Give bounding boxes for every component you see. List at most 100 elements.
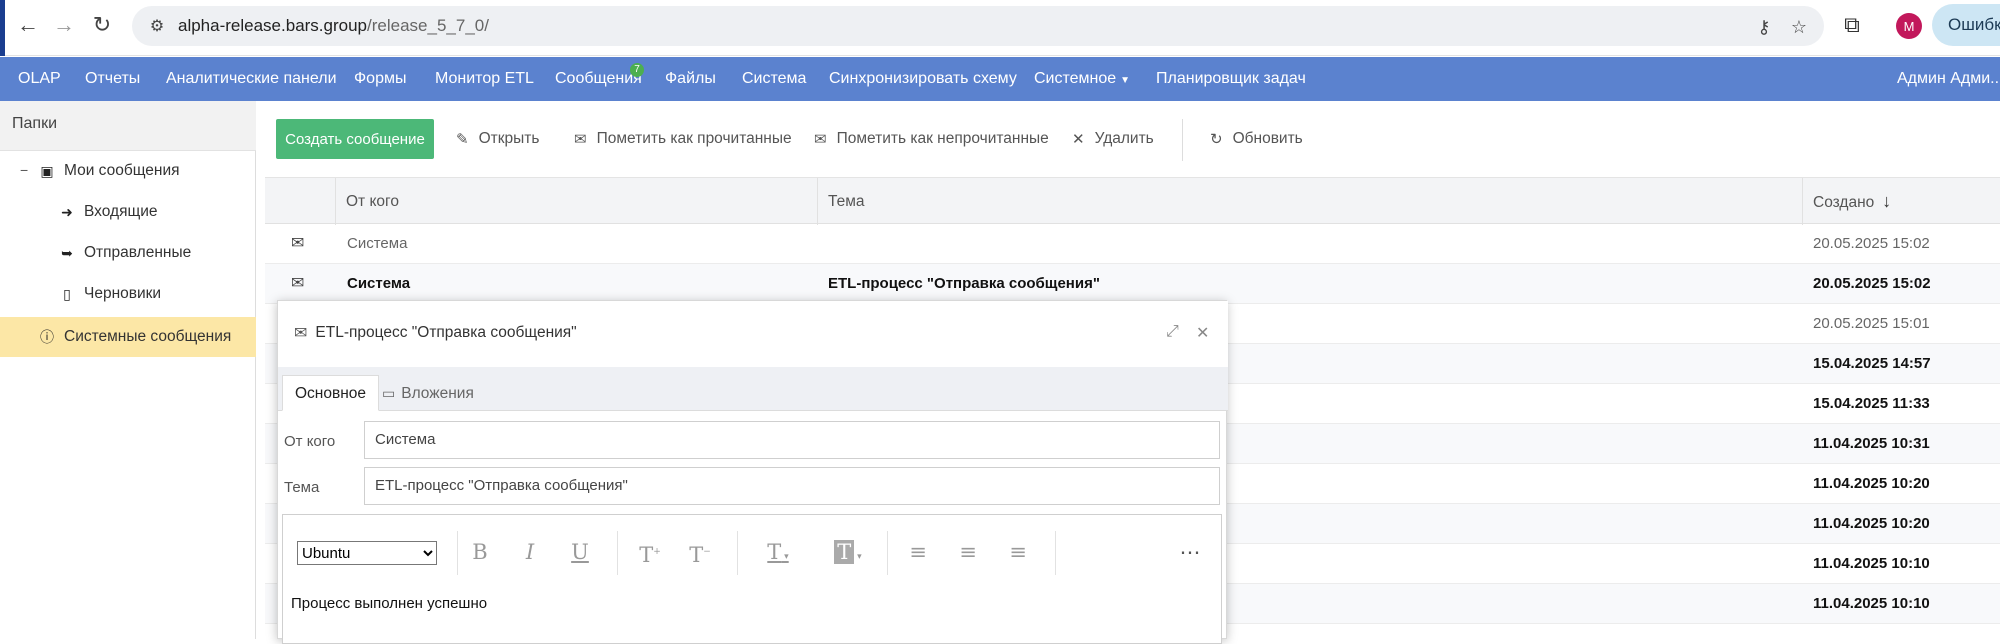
nav-forms[interactable]: Формы xyxy=(354,57,406,101)
create-message-button[interactable]: Создать сообщение xyxy=(276,119,434,159)
profile-avatar[interactable]: M xyxy=(1896,13,1922,39)
reload-icon[interactable]: ↻ xyxy=(86,9,118,41)
superscript-icon[interactable]: T+ xyxy=(635,537,665,567)
nav-system-menu-label: Системное xyxy=(1034,70,1117,87)
bookmark-star-icon[interactable]: ☆ xyxy=(1787,15,1811,39)
nav-olap[interactable]: OLAP xyxy=(18,57,61,101)
open-button[interactable]: ✎ Открыть xyxy=(456,119,539,159)
row-from: Система xyxy=(347,275,411,292)
extensions-icon[interactable]: ⧉ xyxy=(1838,10,1866,40)
font-family-select[interactable]: Ubuntu xyxy=(297,541,437,565)
from-label: От кого xyxy=(284,433,336,450)
folder-drafts-label: Черновики xyxy=(84,285,162,302)
url-text[interactable]: alpha-release.bars.group/release_5_7_0/ xyxy=(178,16,489,36)
editor-divider xyxy=(457,531,458,575)
folder-my-messages[interactable]: ▣ Мои сообщения xyxy=(38,156,179,186)
envelope-icon: ✉ xyxy=(291,235,305,252)
header-icon-column xyxy=(265,178,335,225)
header-created[interactable]: Создано ↓ xyxy=(1802,178,2000,225)
italic-icon[interactable]: I xyxy=(515,537,545,567)
password-key-icon[interactable]: ⚷ xyxy=(1752,15,1776,39)
row-created: 11.04.2025 10:20 xyxy=(1813,475,1930,492)
tab-main[interactable]: Основное xyxy=(282,375,380,411)
editor-divider xyxy=(887,531,888,575)
nav-system-menu[interactable]: Системное ▼ xyxy=(1034,57,1130,101)
refresh-button[interactable]: ↻ Обновить xyxy=(1210,119,1303,159)
toolbar-divider xyxy=(1182,119,1183,161)
rich-text-editor: Ubuntu B I U T+ T− T ▾ T ▾ ≡ ≡ ≡ ⋯ Проце… xyxy=(282,514,1222,644)
sort-desc-icon[interactable]: ↓ xyxy=(1882,191,1891,211)
dialog-title: ✉ ETL-процесс "Отправка сообщения" xyxy=(294,323,577,343)
refresh-icon: ↻ xyxy=(1210,131,1223,148)
dialog-close-icon[interactable]: ✕ xyxy=(1196,323,1209,343)
message-dialog: ✉ ETL-процесс "Отправка сообщения" ⤢ ✕ О… xyxy=(277,300,1228,644)
tab-attachments-label: Вложения xyxy=(401,385,474,402)
row-created: 15.04.2025 11:33 xyxy=(1813,395,1930,412)
editor-divider xyxy=(737,531,738,575)
subject-field[interactable]: ETL-процесс "Отправка сообщения" xyxy=(364,467,1220,505)
user-menu[interactable]: Админ Адми... xyxy=(1897,57,2000,101)
messages-toolbar: Создать сообщение ✎ Открыть ✉ Пометить как… xyxy=(256,101,2000,177)
nav-messages[interactable]: Сообщения xyxy=(555,57,642,101)
nav-files[interactable]: Файлы xyxy=(665,57,716,101)
tab-attachments[interactable]: ▭ Вложения xyxy=(370,375,486,411)
header-from[interactable]: От кого xyxy=(335,178,787,225)
grid-header: От кого Тема Создано ↓ xyxy=(265,177,2000,225)
editor-toolbar: Ubuntu B I U T+ T− T ▾ T ▾ ≡ ≡ ≡ ⋯ xyxy=(283,515,1223,577)
mark-unread-button-label: Пометить как непрочитанные xyxy=(836,130,1049,147)
editor-body-text[interactable]: Процесс выполнен успешно xyxy=(291,595,487,612)
row-created: 20.05.2025 15:02 xyxy=(1813,235,1930,252)
address-bar[interactable]: ⚙ alpha-release.bars.group/release_5_7_0… xyxy=(132,6,1824,46)
more-options-icon[interactable]: ⋯ xyxy=(1175,537,1205,567)
background-color-icon[interactable]: T ▾ xyxy=(823,537,873,567)
nav-messages-label: Сообщения xyxy=(555,70,642,87)
nav-sync-schema[interactable]: Синхронизировать схему xyxy=(829,57,1017,101)
mark-read-button[interactable]: ✉ Пометить как прочитанные xyxy=(574,119,792,159)
nav-reports[interactable]: Отчеты xyxy=(85,57,140,101)
folder-system-messages[interactable]: ⓘ Системные сообщения xyxy=(38,322,231,352)
folder-inbox[interactable]: ➜ Входящие xyxy=(58,197,157,227)
subscript-icon[interactable]: T− xyxy=(685,537,715,567)
align-center-icon[interactable]: ≡ xyxy=(953,537,983,567)
folder-sent[interactable]: ➥ Отправленные xyxy=(58,238,191,268)
back-icon[interactable]: ← xyxy=(12,9,44,41)
folder-sent-label: Отправленные xyxy=(84,244,192,261)
envelope-filled-icon: ✉ xyxy=(814,131,827,148)
expand-icon[interactable]: ⤢ xyxy=(1166,323,1179,341)
envelope-icon: ✉ xyxy=(294,325,308,342)
from-field[interactable]: Система xyxy=(364,421,1220,459)
underline-icon[interactable]: U xyxy=(565,537,595,567)
folders-sidebar: Папки − ▣ Мои сообщения ➜ Входящие ➥ Отп… xyxy=(0,101,256,639)
info-circle-icon: ⓘ xyxy=(40,329,54,345)
collapse-toggle-icon[interactable]: − xyxy=(20,162,28,178)
open-button-label: Открыть xyxy=(478,130,540,147)
row-created: 11.04.2025 10:10 xyxy=(1813,555,1930,572)
table-row[interactable]: ✉ Система 20.05.2025 15:02 xyxy=(265,224,2000,264)
subject-label: Тема xyxy=(284,479,320,496)
edit-icon: ✎ xyxy=(456,131,469,148)
document-icon: ▯ xyxy=(63,285,71,302)
messages-count-badge: 7 xyxy=(630,63,644,77)
forward-icon[interactable]: → xyxy=(48,9,80,41)
envelope-icon: ✉ xyxy=(291,275,305,292)
bold-icon[interactable]: B xyxy=(465,537,495,567)
folder-drafts[interactable]: ▯ Черновики xyxy=(58,279,161,309)
profile-error-chip[interactable]: Ошибка xyxy=(1932,4,2000,46)
row-created: 11.04.2025 10:10 xyxy=(1813,595,1930,612)
delete-button[interactable]: ✕ Удалить xyxy=(1072,119,1154,159)
mark-unread-button[interactable]: ✉ Пометить как непрочитанные xyxy=(814,119,1049,159)
nav-scheduler[interactable]: Планировщик задач xyxy=(1156,57,1306,101)
nav-system[interactable]: Система xyxy=(742,57,806,101)
text-color-icon[interactable]: T ▾ xyxy=(753,537,803,567)
nav-etl-monitor[interactable]: Монитор ETL xyxy=(435,57,534,101)
folder-icon: ▭ xyxy=(382,385,396,401)
nav-dashboards[interactable]: Аналитические панели xyxy=(166,57,337,101)
row-subject: ETL-процесс "Отправка сообщения" xyxy=(828,275,1100,292)
table-row[interactable]: ✉ Система ETL-процесс "Отправка сообщения"… xyxy=(265,264,2000,304)
header-subject[interactable]: Тема xyxy=(817,178,1812,225)
site-settings-icon[interactable]: ⚙ xyxy=(146,15,168,37)
align-right-icon[interactable]: ≡ xyxy=(1003,537,1033,567)
row-created: 20.05.2025 15:02 xyxy=(1813,275,1931,292)
align-left-icon[interactable]: ≡ xyxy=(903,537,933,567)
sign-in-icon: ➜ xyxy=(61,203,73,220)
